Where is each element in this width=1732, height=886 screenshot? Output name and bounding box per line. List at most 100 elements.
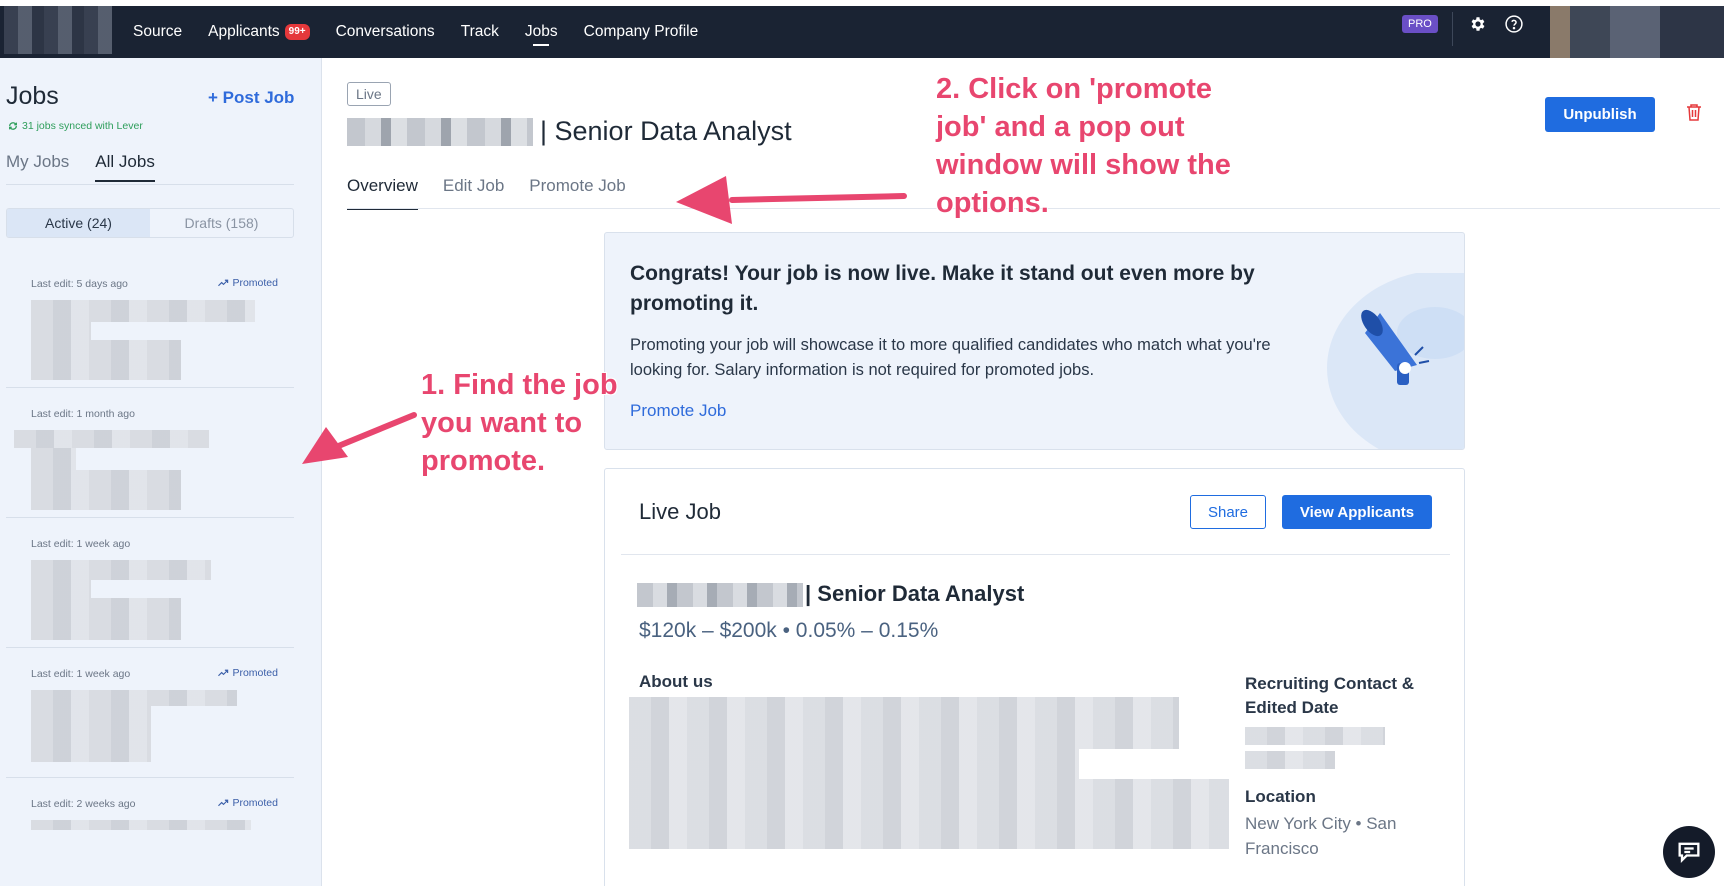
trending-up-icon [218, 669, 229, 677]
card-divider [621, 554, 1450, 555]
blurred-about-text [629, 779, 1229, 849]
promoted-label: Promoted [218, 667, 278, 679]
tab-promote-job[interactable]: Promote Job [529, 176, 625, 210]
trending-up-icon [218, 799, 229, 807]
status-tag: Live [347, 82, 391, 106]
promoted-label: Promoted [218, 277, 278, 289]
segment-active[interactable]: Active (24) [7, 209, 150, 237]
annotation-step-1: 1. Find the job you want to promote. [421, 369, 618, 477]
gear-icon[interactable] [1466, 12, 1490, 36]
tab-edit-job[interactable]: Edit Job [443, 176, 504, 210]
blurred-job-title [31, 560, 211, 580]
nav-item-conversations[interactable]: Conversations [336, 6, 435, 58]
about-us-heading: About us [639, 672, 713, 691]
nav-item-label: Track [460, 23, 499, 40]
blurred-job-subtitle [31, 598, 181, 618]
nav-items: Source Applicants 99+ Conversations Track… [133, 6, 724, 58]
promoted-text: Promoted [232, 797, 278, 809]
blurred-company-name [347, 118, 533, 146]
sidebar-tabs: My Jobs All Jobs [6, 152, 155, 182]
blurred-job-title [31, 448, 76, 470]
page: Source Applicants 99+ Conversations Track… [0, 0, 1732, 886]
blurred-job-title [31, 580, 91, 598]
view-applicants-button[interactable]: View Applicants [1282, 495, 1432, 529]
promote-job-link[interactable]: Promote Job [630, 401, 726, 421]
nav-item-label: Company Profile [583, 23, 699, 40]
company-logo[interactable] [4, 6, 112, 54]
jobs-sidebar: Jobs + Post Job 31 jobs synced with Leve… [0, 58, 322, 886]
help-icon[interactable] [1502, 12, 1526, 36]
trash-icon[interactable] [1686, 103, 1704, 123]
promo-heading: Congrats! Your job is now live. Make it … [630, 262, 1255, 315]
recruiting-contact-heading: Recruiting Contact & Edited Date [1245, 674, 1415, 717]
blurred-job-subtitle [31, 340, 181, 358]
location-heading: Location [1245, 787, 1316, 806]
top-nav: Source Applicants 99+ Conversations Track… [0, 6, 1724, 58]
nav-item-source[interactable]: Source [133, 6, 182, 58]
sync-icon [9, 122, 17, 130]
compensation-text: $120k – $200k • 0.05% – 0.15% [639, 619, 939, 642]
megaphone-illustration [1325, 270, 1464, 449]
share-button[interactable]: Share [1190, 495, 1266, 529]
unpublish-button[interactable]: Unpublish [1545, 97, 1655, 132]
promoted-label: Promoted [218, 797, 278, 809]
tab-divider [6, 184, 294, 185]
job-status-segment: Active (24) Drafts (158) [6, 208, 294, 238]
page-title: | Senior Data Analyst [540, 116, 792, 146]
post-job-button[interactable]: + Post Job [208, 88, 294, 108]
nav-item-label: Conversations [335, 23, 435, 40]
nav-item-track[interactable]: Track [461, 6, 499, 58]
nav-item-label: Source [133, 23, 183, 40]
arrow-to-promote-tab [676, 176, 907, 224]
nav-item-company-profile[interactable]: Company Profile [584, 6, 699, 58]
applicants-count-badge: 99+ [284, 24, 310, 40]
segment-drafts[interactable]: Drafts (158) [150, 209, 293, 237]
nav-item-jobs[interactable]: Jobs [525, 6, 558, 58]
blurred-about-text [629, 749, 1079, 779]
blurred-job-subtitle [31, 358, 181, 380]
tab-my-jobs[interactable]: My Jobs [6, 152, 69, 182]
trending-up-icon [218, 279, 229, 287]
last-edit-text: Last edit: 1 week ago [31, 668, 131, 680]
blurred-company-name [637, 583, 803, 607]
blurred-about-text [629, 697, 1179, 749]
nav-item-applicants[interactable]: Applicants 99+ [208, 6, 310, 58]
blurred-job-subtitle [31, 470, 181, 488]
arrow-to-job-list [302, 412, 417, 464]
job-list-item[interactable]: Last edit: 5 days ago Promoted [6, 258, 294, 388]
last-edit-text: Last edit: 2 weeks ago [31, 798, 136, 810]
user-avatar[interactable] [1550, 6, 1724, 58]
live-job-card: Live Job Share View Applicants | Senior … [604, 468, 1465, 886]
last-edit-text: Last edit: 1 month ago [31, 408, 135, 420]
blurred-job-title [31, 820, 251, 830]
promo-body: Promoting your job will showcase it to m… [630, 336, 1271, 379]
nav-item-label: Jobs [524, 23, 558, 40]
location-text: New York City • San Francisco [1245, 814, 1397, 858]
blurred-job-title [31, 706, 151, 732]
tab-all-jobs[interactable]: All Jobs [95, 152, 155, 182]
blurred-job-title [31, 322, 91, 340]
blurred-recruiter-name [1245, 727, 1385, 745]
sync-status: 31 jobs synced with Lever [8, 120, 143, 132]
job-list-item[interactable]: Last edit: 2 weeks ago Promoted [6, 778, 294, 886]
blurred-job-title [14, 430, 209, 448]
pro-badge: PRO [1402, 15, 1438, 33]
blurred-job-subtitle [31, 618, 181, 640]
blurred-job-subtitle [31, 488, 181, 510]
promoted-text: Promoted [232, 667, 278, 679]
promote-banner: Congrats! Your job is now live. Make it … [604, 232, 1465, 450]
job-list-item[interactable]: Last edit: 1 month ago [6, 388, 294, 518]
nav-item-label: Applicants [208, 23, 280, 40]
job-posting-title: | Senior Data Analyst [805, 581, 1025, 606]
job-tabs: Overview Edit Job Promote Job [347, 176, 626, 210]
job-list-item[interactable]: Last edit: 1 week ago [6, 518, 294, 648]
chat-icon [1678, 842, 1700, 863]
blurred-job-subtitle [31, 732, 151, 762]
chat-support-button[interactable] [1663, 826, 1715, 878]
last-edit-text: Last edit: 1 week ago [31, 538, 131, 550]
sync-text: 31 jobs synced with Lever [22, 120, 143, 132]
blurred-job-title [31, 690, 237, 706]
blurred-edit-date [1245, 751, 1335, 769]
job-list-item[interactable]: Last edit: 1 week ago Promoted [6, 648, 294, 778]
tab-overview[interactable]: Overview [347, 176, 418, 210]
